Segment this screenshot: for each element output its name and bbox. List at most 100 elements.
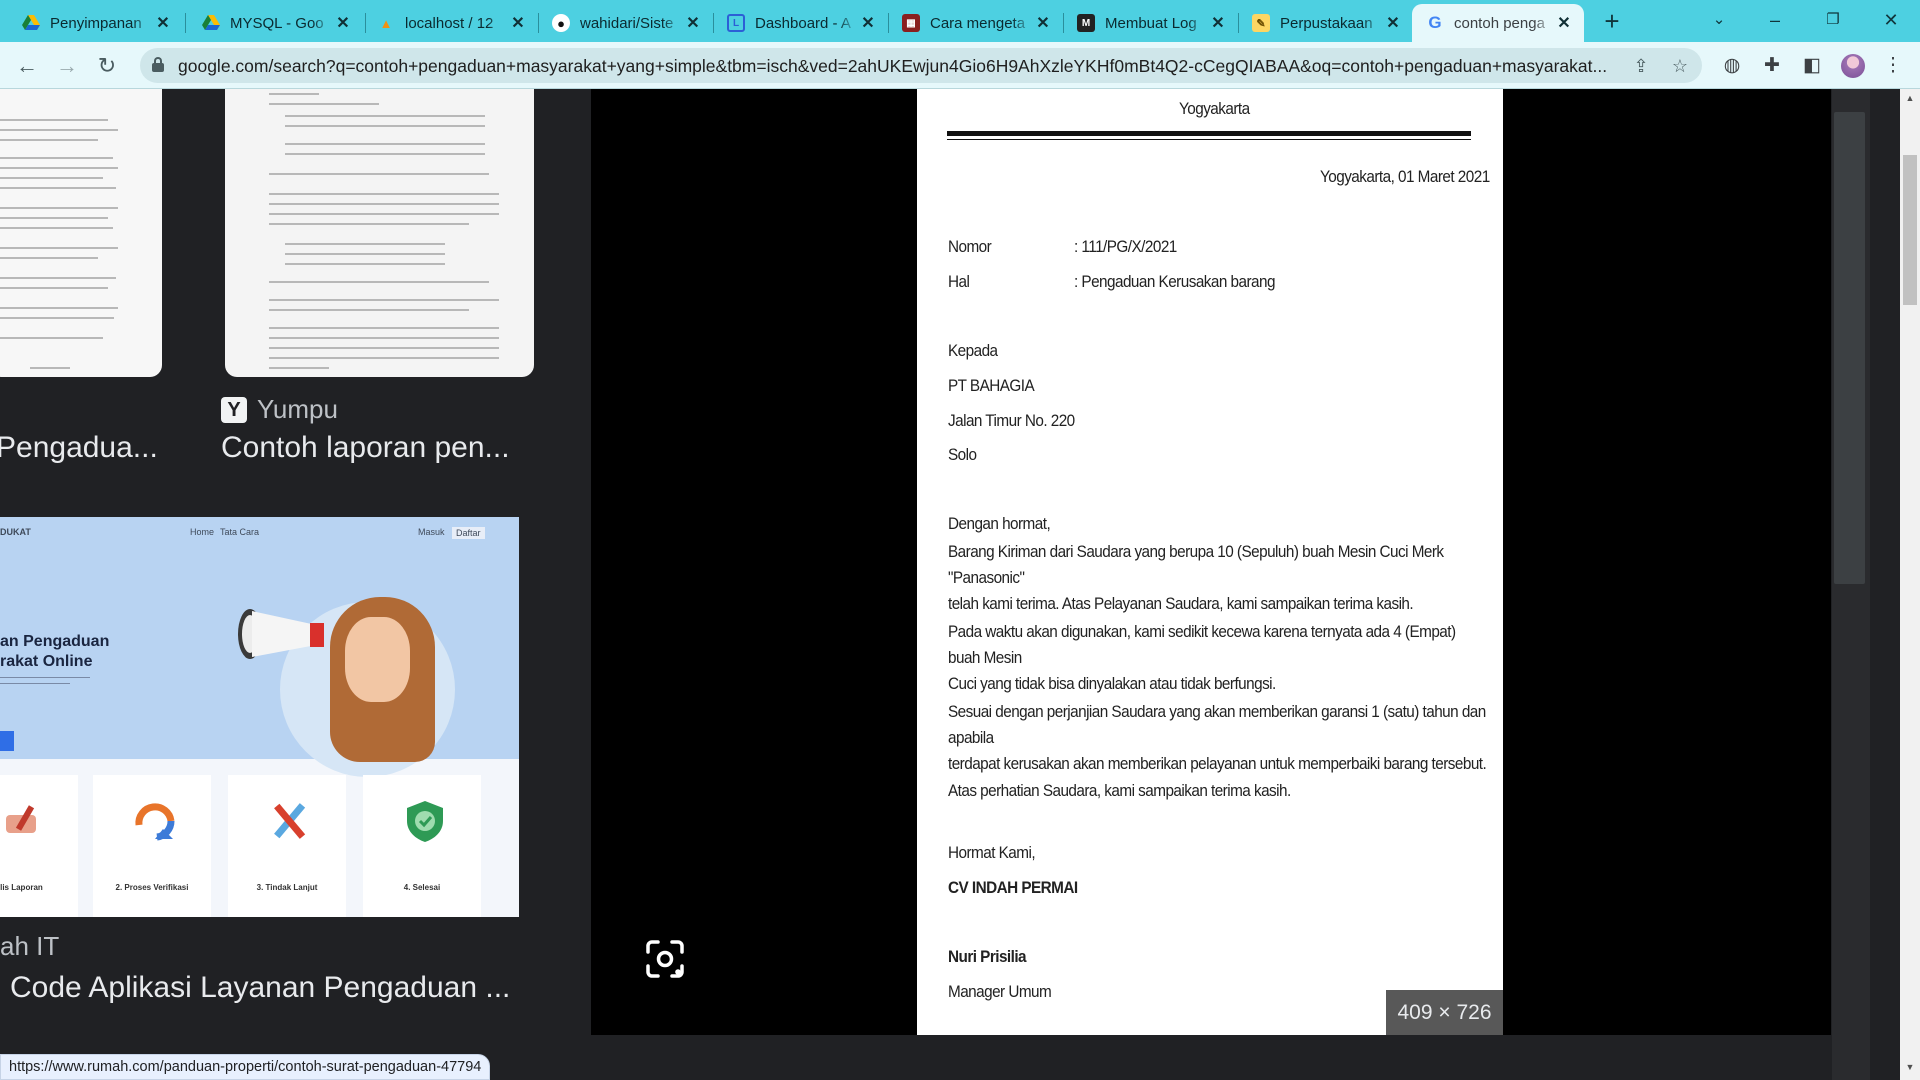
reload-button[interactable]: ↻ bbox=[92, 51, 122, 81]
hero-nav-masuk: Masuk bbox=[418, 527, 445, 537]
brand-text: DUKAT bbox=[0, 527, 31, 537]
tab-title: Perpustakaan bbox=[1280, 14, 1373, 32]
tab-perpustakaan[interactable]: ✎ Perpustakaan ✕ bbox=[1238, 4, 1413, 42]
scroll-up-arrow-icon[interactable]: ▲ bbox=[1900, 93, 1920, 109]
tab-title: Cara mengeta bbox=[930, 14, 1026, 32]
page-scrollbar-thumb[interactable] bbox=[1903, 155, 1917, 305]
step-label: 4. Selesai bbox=[403, 883, 441, 892]
side-panel-icon[interactable]: ◧ bbox=[1799, 53, 1825, 79]
google-drive-icon bbox=[22, 14, 40, 32]
pen-hand-icon bbox=[6, 805, 36, 833]
bookmark-star-icon[interactable]: ☆ bbox=[1668, 54, 1692, 78]
step-label: 2. Proses Verifikasi bbox=[115, 883, 189, 892]
yumpu-icon: Y bbox=[221, 396, 247, 423]
close-icon[interactable]: ✕ bbox=[153, 13, 173, 33]
scroll-down-arrow-icon[interactable]: ▼ bbox=[1900, 1062, 1920, 1078]
kepada-label: Kepada bbox=[948, 341, 998, 360]
close-icon[interactable]: ✕ bbox=[1554, 13, 1574, 33]
hero-banner: DUKAT Home Tata Cara Masuk Daftar an Pen… bbox=[0, 517, 519, 777]
letter-header-city: Yogyakarta bbox=[1179, 99, 1250, 118]
new-tab-button[interactable]: + bbox=[1597, 6, 1627, 36]
tab-mysql[interactable]: MYSQL - Goo ✕ bbox=[188, 4, 363, 42]
restore-button[interactable]: ❐ bbox=[1810, 0, 1856, 40]
menu-kebab-icon[interactable]: ⋮ bbox=[1880, 53, 1906, 79]
result-thumbnail[interactable] bbox=[0, 89, 162, 377]
tab-penyimpanan[interactable]: Penyimpanan ✕ bbox=[8, 4, 183, 42]
shield-check-icon bbox=[407, 801, 443, 842]
tab-membuat-log[interactable]: M Membuat Log ✕ bbox=[1063, 4, 1238, 42]
paragraph-line: Cuci yang tidak bisa dinyalakan atau tid… bbox=[948, 674, 1276, 693]
paragraph-line: Barang Kiriman dari Saudara yang berupa … bbox=[948, 542, 1444, 587]
sync-arrows-icon bbox=[135, 803, 175, 841]
step-card: ulis Laporan bbox=[0, 775, 78, 917]
recipient-city: Solo bbox=[948, 445, 977, 464]
result-title[interactable]: Code Aplikasi Layanan Pengaduan ... bbox=[10, 971, 510, 1005]
back-button[interactable]: ← bbox=[12, 51, 42, 81]
paragraph-line: Sesuai dengan perjanjian Saudara yang ak… bbox=[948, 702, 1486, 747]
hero-button bbox=[0, 731, 14, 751]
tab-localhost[interactable]: ▲ localhost / 12 ✕ bbox=[363, 4, 538, 42]
extension-globe-icon[interactable]: ◍ bbox=[1719, 53, 1745, 79]
preview-image-letter[interactable]: Yogyakarta Yogyakarta, 01 Maret 2021 Nom… bbox=[917, 89, 1503, 1035]
profile-avatar[interactable] bbox=[1841, 54, 1865, 78]
close-icon[interactable]: ✕ bbox=[1033, 13, 1053, 33]
google-icon: G bbox=[1428, 13, 1442, 32]
sender-company: CV INDAH PERMAI bbox=[948, 878, 1078, 897]
paragraph-line: telah kami terima. Atas Pelayanan Saudar… bbox=[948, 594, 1414, 613]
tab-title: wahidari/Siste bbox=[580, 14, 674, 32]
image-results-grid: Pengadua... Y Yumpu Contoh laporan pen..… bbox=[0, 89, 591, 1080]
letterhead-rule bbox=[947, 131, 1471, 136]
phpmyadmin-icon: ▲ bbox=[379, 15, 393, 31]
close-icon[interactable]: ✕ bbox=[1208, 13, 1228, 33]
minimize-button[interactable]: – bbox=[1752, 0, 1798, 40]
close-icon[interactable]: ✕ bbox=[1383, 13, 1403, 33]
signer-name: Nuri Prisilia bbox=[948, 947, 1027, 966]
step-label: ulis Laporan bbox=[0, 883, 43, 892]
nomor-label: Nomor bbox=[948, 237, 992, 256]
image-dimensions-badge: 409 × 726 bbox=[1386, 990, 1503, 1035]
tab-separator bbox=[185, 13, 186, 33]
tab-title: Dashboard - A bbox=[755, 14, 851, 32]
close-icon[interactable]: ✕ bbox=[858, 13, 878, 33]
closing: Hormat Kami, bbox=[948, 843, 1036, 862]
blog-icon: M bbox=[1077, 14, 1095, 32]
result-source[interactable]: ah IT bbox=[0, 931, 59, 962]
tab-title: contoh penga bbox=[1454, 14, 1545, 32]
tab-cara-mengetahui[interactable]: ▦ Cara mengeta ✕ bbox=[888, 4, 1063, 42]
lock-icon[interactable] bbox=[152, 57, 164, 72]
tab-dashboard[interactable]: L Dashboard - A ✕ bbox=[713, 4, 888, 42]
close-icon[interactable]: ✕ bbox=[683, 13, 703, 33]
close-window-button[interactable]: ✕ bbox=[1868, 0, 1914, 40]
paragraph-line: Pada waktu akan digunakan, kami sedikit … bbox=[948, 622, 1456, 667]
close-icon[interactable]: ✕ bbox=[508, 13, 528, 33]
forward-button[interactable]: → bbox=[52, 51, 82, 81]
paragraph: Barang Kiriman dari Saudara yang berupa … bbox=[948, 539, 1488, 617]
source-name: Yumpu bbox=[257, 394, 338, 424]
github-icon: ● bbox=[552, 14, 570, 32]
share-icon[interactable]: ⇪ bbox=[1629, 54, 1653, 78]
extensions-puzzle-icon[interactable]: ✚ bbox=[1759, 53, 1785, 79]
preview-scrollbar-thumb[interactable] bbox=[1834, 112, 1865, 584]
greeting: Dengan hormat, bbox=[948, 514, 1051, 533]
result-thumbnail[interactable] bbox=[225, 89, 534, 377]
hal-label: Hal bbox=[948, 272, 970, 291]
result-thumbnail[interactable]: DUKAT Home Tata Cara Masuk Daftar an Pen… bbox=[0, 517, 519, 917]
status-bar-url: https://www.rumah.com/panduan-properti/c… bbox=[0, 1054, 491, 1080]
hal-value: : Pengaduan Kerusakan barang bbox=[1074, 272, 1275, 291]
preview-footer bbox=[591, 1035, 1831, 1080]
tab-search-icon[interactable]: ⌄ bbox=[1696, 0, 1742, 40]
result-title[interactable]: Pengadua... bbox=[0, 431, 158, 465]
close-icon[interactable]: ✕ bbox=[333, 13, 353, 33]
recipient-name: PT BAHAGIA bbox=[948, 376, 1035, 395]
hero-headline-line: an Pengaduan bbox=[0, 633, 110, 650]
browser-toolbar: ← → ↻ google.com/search?q=contoh+pengadu… bbox=[0, 42, 1920, 89]
google-lens-icon[interactable] bbox=[644, 938, 686, 980]
tab-title: localhost / 12 bbox=[405, 14, 494, 32]
result-title[interactable]: Contoh laporan pen... bbox=[221, 431, 510, 465]
url-text[interactable]: google.com/search?q=contoh+pengaduan+mas… bbox=[178, 56, 1628, 77]
tab-github[interactable]: ● wahidari/Siste ✕ bbox=[538, 4, 713, 42]
address-bar[interactable]: google.com/search?q=contoh+pengaduan+mas… bbox=[140, 48, 1702, 83]
tab-contoh-pengaduan[interactable]: G contoh penga ✕ bbox=[1412, 4, 1584, 42]
result-source[interactable]: Y Yumpu bbox=[221, 394, 338, 425]
signer-title: Manager Umum bbox=[948, 982, 1052, 1001]
